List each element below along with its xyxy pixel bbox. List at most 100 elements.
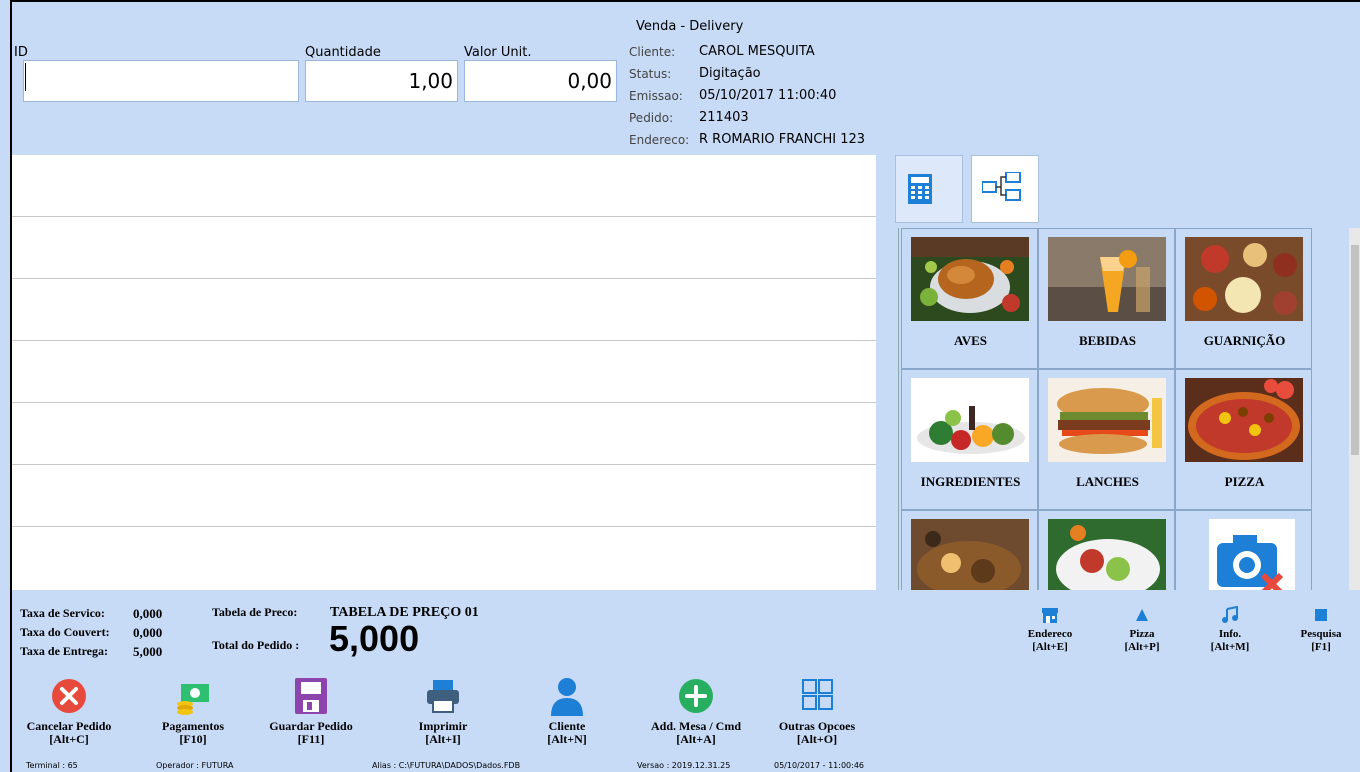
category-item-9[interactable] bbox=[1175, 510, 1312, 590]
music-note-icon bbox=[1222, 606, 1238, 623]
shortcut-label: Pizza bbox=[1129, 628, 1155, 640]
id-input[interactable] bbox=[23, 60, 299, 102]
category-item-8[interactable] bbox=[1038, 510, 1175, 590]
order-total-value: 5,000 bbox=[329, 618, 420, 659]
grid-row-divider bbox=[12, 216, 876, 217]
category-scrollbar-thumb[interactable] bbox=[1351, 245, 1359, 455]
delivery-fee-label: Taxa de Entrega: bbox=[20, 644, 109, 658]
action-key: [Alt+I] bbox=[425, 732, 461, 746]
price-table-label: Tabela de Preco: bbox=[212, 605, 298, 619]
category-ingredientes[interactable]: INGREDIENTES bbox=[901, 369, 1038, 510]
category-label: PIZZA bbox=[1224, 474, 1265, 489]
grid-row-divider bbox=[12, 464, 876, 465]
emission-label: Emissao: bbox=[629, 89, 683, 103]
save-order-button[interactable]: Guardar Pedido [F11] bbox=[256, 676, 366, 746]
grilled-food-photo bbox=[911, 519, 1029, 590]
storefront-icon bbox=[1042, 608, 1058, 623]
shortcut-key: [F1] bbox=[1311, 641, 1331, 653]
shortcut-label: Pesquisa bbox=[1300, 628, 1342, 640]
drinks-photo bbox=[1048, 237, 1166, 321]
pizza-shortcut-button[interactable]: Pizza [Alt+P] bbox=[1110, 606, 1174, 654]
category-aves[interactable]: AVES bbox=[901, 228, 1038, 369]
quantity-input[interactable]: 1,00 bbox=[305, 60, 458, 102]
grid-row-divider bbox=[12, 526, 876, 527]
add-table-button[interactable]: Add. Mesa / Cmd [Alt+A] bbox=[641, 676, 751, 746]
category-label: BEBIDAS bbox=[1078, 333, 1137, 348]
shortcut-key: [Alt+M] bbox=[1210, 641, 1250, 653]
no-image-camera-icon bbox=[1185, 519, 1303, 590]
other-options-button[interactable]: Outras Opcoes [Alt+O] bbox=[762, 676, 872, 746]
grid-row-divider bbox=[12, 340, 876, 341]
delivery-fee-value: 5,000 bbox=[133, 644, 163, 659]
tree-structure-icon bbox=[982, 172, 1021, 201]
id-label: ID bbox=[14, 45, 28, 60]
cancel-icon bbox=[52, 679, 86, 713]
shortcut-label: Info. bbox=[1218, 628, 1242, 640]
money-icon bbox=[177, 684, 209, 715]
grid-row-divider bbox=[12, 278, 876, 279]
category-label: LANCHES bbox=[1076, 474, 1139, 489]
client-value: CAROL MESQUITA bbox=[699, 44, 815, 59]
triangle-icon bbox=[1136, 609, 1148, 621]
order-number-label: Pedido: bbox=[629, 111, 674, 125]
square-icon bbox=[1315, 609, 1327, 621]
quantity-label: Quantidade bbox=[305, 45, 381, 60]
unit-price-input[interactable]: 0,00 bbox=[464, 60, 617, 102]
tab-tree[interactable] bbox=[971, 155, 1039, 223]
shortcut-key: [Alt+E] bbox=[1032, 641, 1068, 653]
shortcut-key: [Alt+P] bbox=[1124, 641, 1160, 653]
unit-price-label: Valor Unit. bbox=[464, 45, 532, 60]
app-window: Venda - Delivery ID Quantidade 1,00 Valo… bbox=[0, 0, 1360, 772]
print-button[interactable]: Imprimir [Alt+I] bbox=[388, 676, 498, 746]
add-icon bbox=[679, 679, 713, 713]
client-label: Cliente: bbox=[629, 45, 676, 59]
shortcut-label: Endereco bbox=[1027, 628, 1073, 640]
payments-button[interactable]: Pagamentos [F10] bbox=[138, 676, 248, 746]
service-fee-value: 0,000 bbox=[133, 606, 163, 621]
category-label: AVES bbox=[953, 333, 987, 348]
couvert-fee-value: 0,000 bbox=[133, 625, 163, 640]
status-datetime: 05/10/2017 - 11:00:46 bbox=[774, 761, 865, 770]
action-key: [F11] bbox=[297, 732, 325, 746]
client-button[interactable]: Cliente [Alt+N] bbox=[512, 676, 622, 746]
vegetables-photo bbox=[911, 378, 1029, 462]
window-title: Venda - Delivery bbox=[636, 19, 744, 34]
calculator-icon bbox=[908, 174, 932, 204]
status-value: Digitação bbox=[699, 66, 761, 81]
category-guarnicao[interactable]: GUARNIÇÃO bbox=[1175, 228, 1312, 369]
window-border-top bbox=[10, 0, 1360, 2]
category-label: INGREDIENTES bbox=[920, 474, 1021, 489]
status-label: Status: bbox=[629, 67, 672, 81]
category-item-7[interactable] bbox=[901, 510, 1038, 590]
tab-calculator[interactable] bbox=[895, 155, 963, 223]
emission-value: 05/10/2017 11:00:40 bbox=[699, 88, 837, 103]
service-fee-label: Taxa de Servico: bbox=[20, 606, 105, 620]
pizza-photo bbox=[1185, 378, 1303, 462]
category-pizza[interactable]: PIZZA bbox=[1175, 369, 1312, 510]
status-operator: Operador : FUTURA bbox=[156, 761, 234, 770]
address-value: R ROMARIO FRANCHI 123 bbox=[699, 132, 865, 147]
info-shortcut-button[interactable]: Info. [Alt+M] bbox=[1198, 606, 1262, 654]
address-shortcut-button[interactable]: Endereco [Alt+E] bbox=[1018, 606, 1082, 654]
category-bebidas[interactable]: BEBIDAS bbox=[1038, 228, 1175, 369]
status-terminal: Terminal : 65 bbox=[26, 761, 78, 770]
items-grid[interactable] bbox=[12, 155, 876, 590]
category-label: GUARNIÇÃO bbox=[1203, 333, 1286, 348]
save-icon bbox=[295, 678, 327, 714]
status-version: Versao : 2019.12.31.25 bbox=[637, 761, 731, 770]
plate-food-photo bbox=[1048, 519, 1166, 590]
grid-options-icon bbox=[802, 679, 833, 710]
grid-row-divider bbox=[12, 402, 876, 403]
action-key: [Alt+N] bbox=[547, 732, 587, 746]
category-panel: AVES BEBIDAS GUARNIÇÃO INGREDIENTES LANC… bbox=[898, 228, 1360, 590]
order-total-label: Total do Pedido : bbox=[212, 638, 300, 652]
address-label: Endereco: bbox=[629, 133, 690, 147]
cancel-order-button[interactable]: Cancelar Pedido [Alt+C] bbox=[14, 676, 124, 746]
search-shortcut-button[interactable]: Pesquisa [F1] bbox=[1289, 606, 1353, 654]
category-lanches[interactable]: LANCHES bbox=[1038, 369, 1175, 510]
action-key: [Alt+C] bbox=[49, 732, 89, 746]
action-key: [Alt+A] bbox=[676, 732, 716, 746]
text-caret bbox=[25, 63, 26, 91]
action-key: [Alt+O] bbox=[796, 732, 838, 746]
sandwich-photo bbox=[1048, 378, 1166, 462]
